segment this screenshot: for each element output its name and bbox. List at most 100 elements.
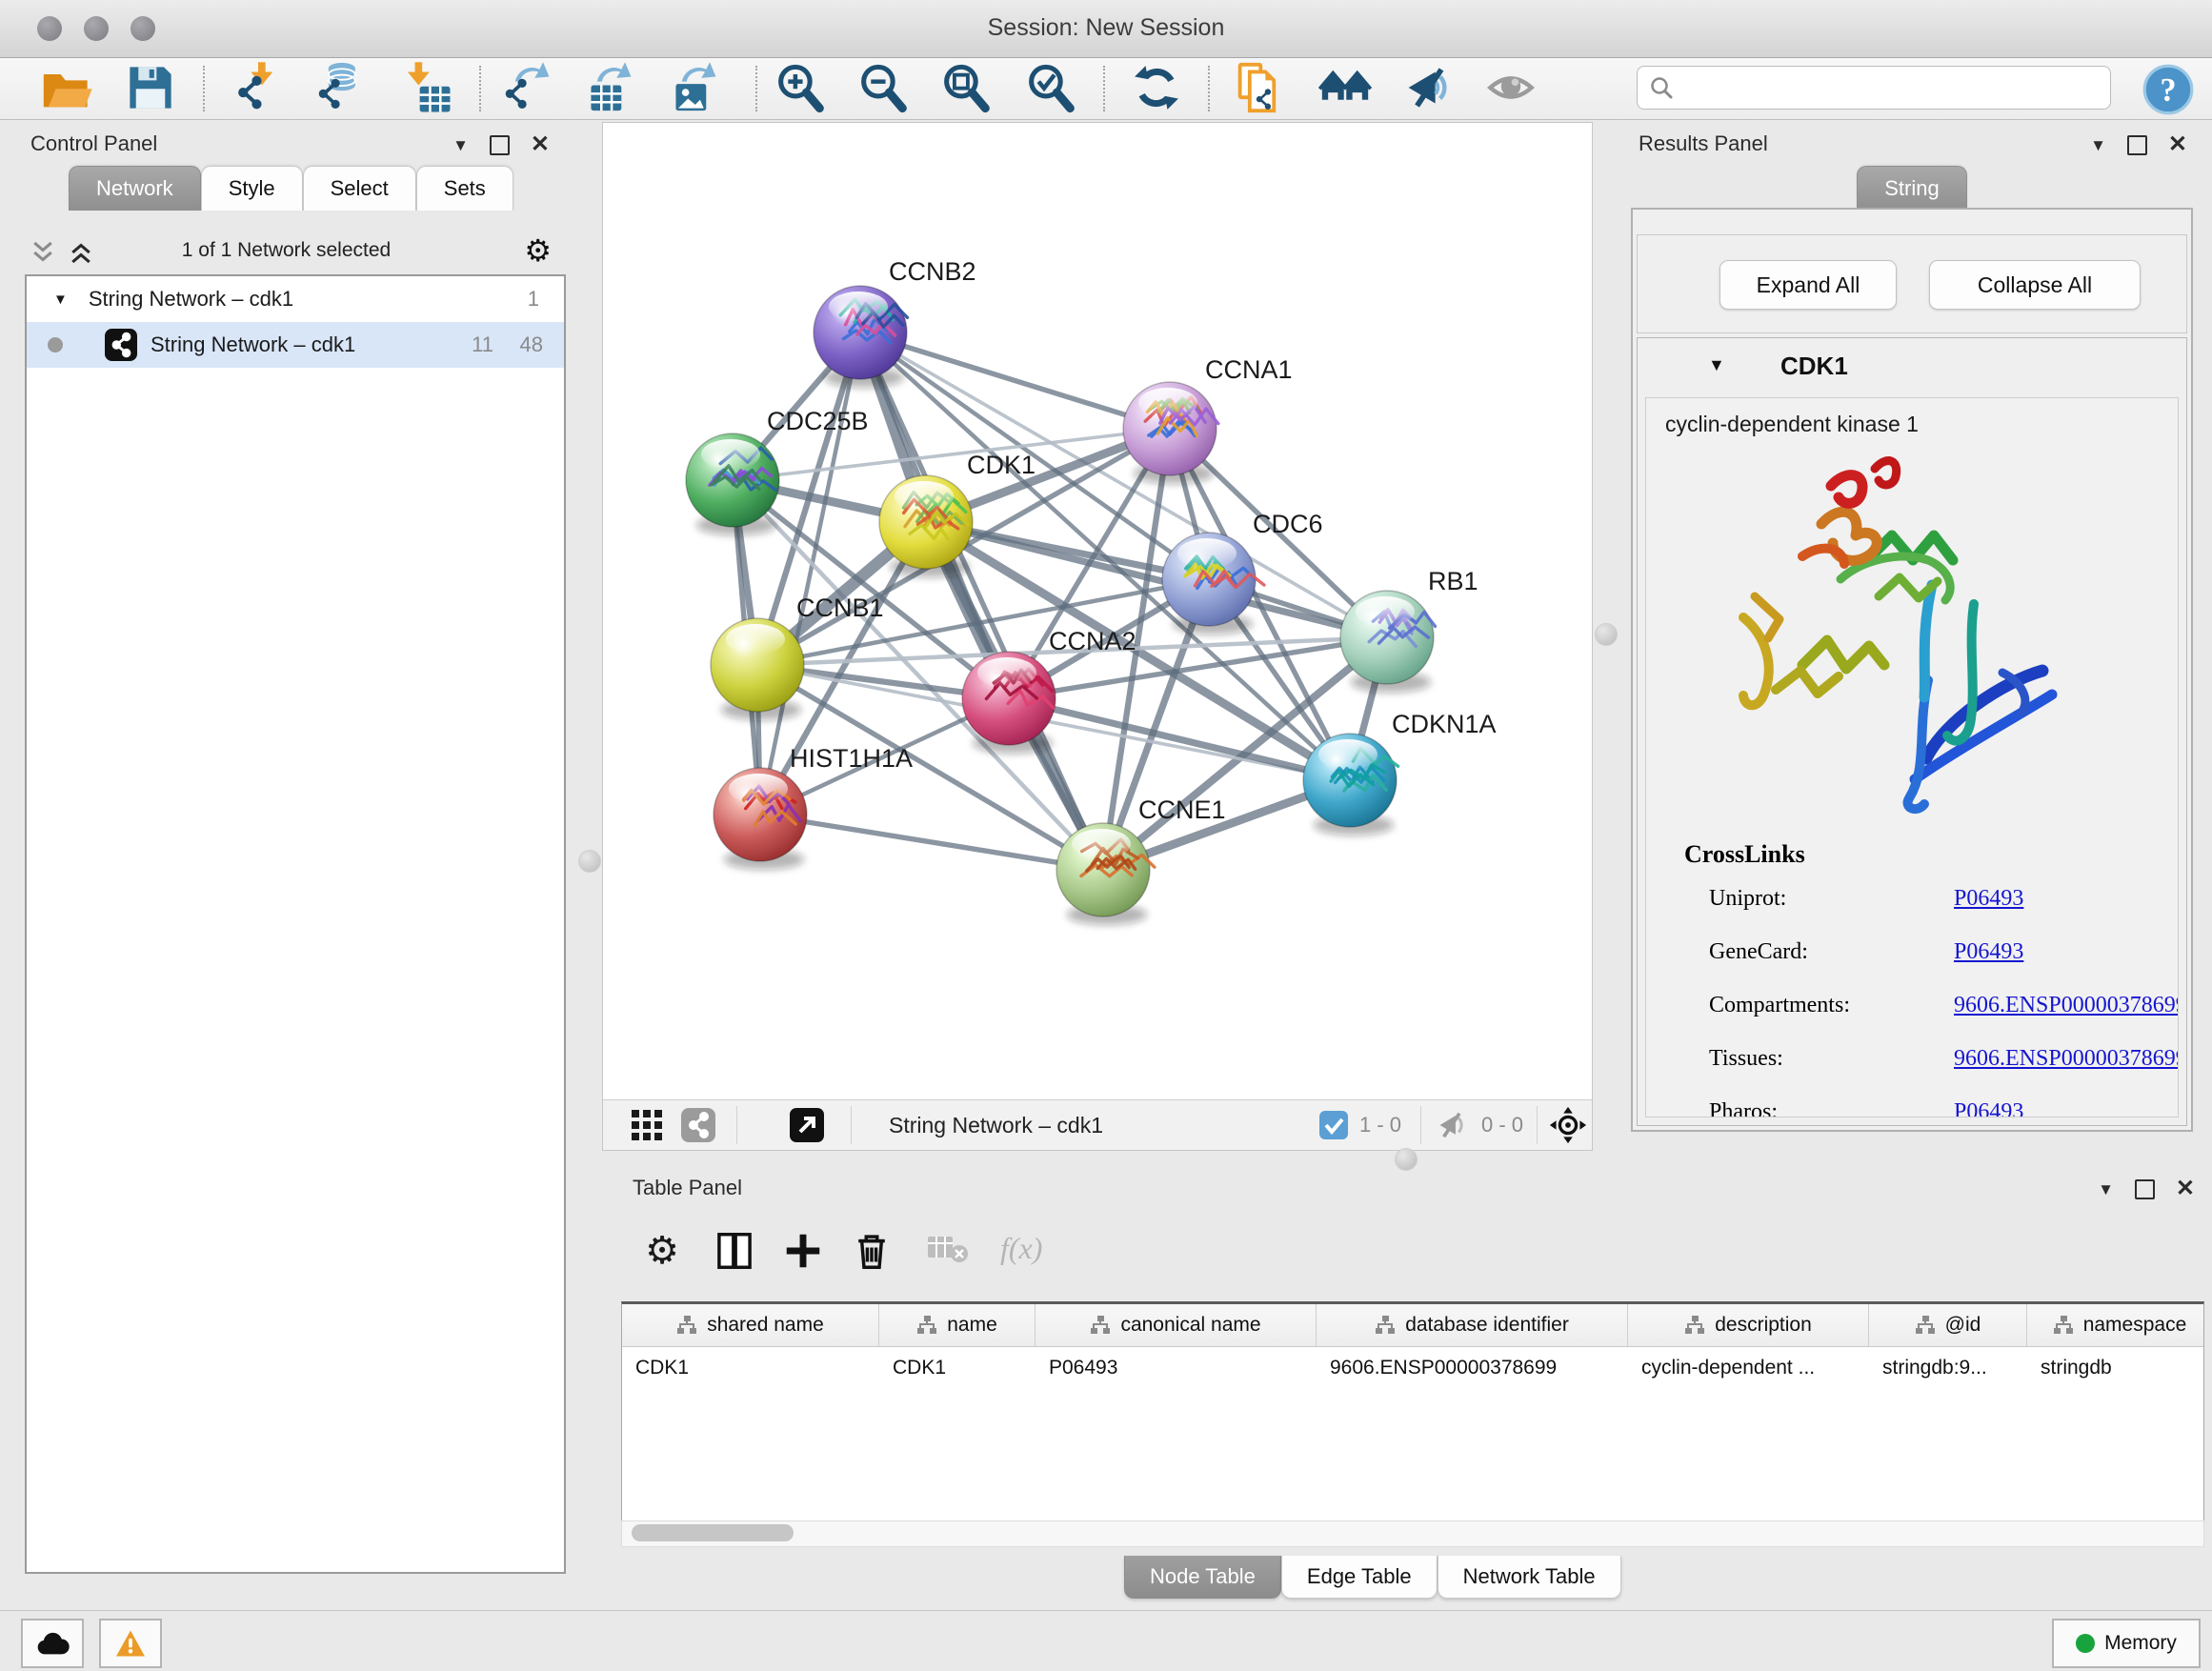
delete-column-icon[interactable] <box>850 1229 894 1273</box>
hidden-eye-icon[interactable] <box>1434 1108 1468 1142</box>
open-in-window-icon[interactable] <box>790 1108 824 1142</box>
open-folder-icon[interactable] <box>40 61 93 114</box>
hierarchy-icon <box>676 1315 697 1336</box>
import-network-icon[interactable] <box>231 61 285 114</box>
table-h-scrollbar[interactable] <box>621 1520 2204 1547</box>
node-CDC25B[interactable] <box>686 433 779 535</box>
table-cell[interactable]: P06493 <box>1036 1347 1317 1389</box>
tab-style[interactable]: Style <box>201 166 303 211</box>
table-settings-gear-icon[interactable]: ⚙ <box>640 1229 684 1273</box>
column-header-namespace[interactable]: namespace <box>2027 1304 2204 1346</box>
zoom-fit-icon[interactable] <box>939 61 993 114</box>
column-header-description[interactable]: description <box>1628 1304 1869 1346</box>
panel-float-icon[interactable] <box>490 135 510 155</box>
show-columns-icon[interactable] <box>713 1229 756 1273</box>
fit-selected-icon[interactable] <box>1548 1105 1588 1145</box>
column-header-shared-name[interactable]: shared name <box>622 1304 879 1346</box>
birds-eye-view-icon[interactable] <box>630 1108 664 1142</box>
crosslink-link[interactable]: P06493 <box>1954 939 2023 965</box>
import-network-db-icon[interactable] <box>312 61 365 114</box>
column-header-canonical-name[interactable]: canonical name <box>1036 1304 1317 1346</box>
collapse-all-button[interactable]: Collapse All <box>1929 260 2141 310</box>
zoom-out-icon[interactable] <box>856 61 910 114</box>
table-cell[interactable]: CDK1 <box>622 1347 879 1389</box>
table-cell[interactable]: CDK1 <box>879 1347 1036 1389</box>
homes-icon[interactable] <box>1318 61 1372 114</box>
panel-menu-icon[interactable]: ▼ <box>2098 1181 2114 1198</box>
eye-crossed-icon[interactable] <box>1401 61 1455 114</box>
search-input[interactable] <box>1683 70 2097 103</box>
gear-icon[interactable]: ⚙ <box>524 232 552 269</box>
zoom-in-icon[interactable] <box>774 61 827 114</box>
node-RB1[interactable] <box>1340 591 1436 693</box>
crosslink-link[interactable]: 9606.ENSP00000378699 <box>1954 993 2179 1018</box>
column-header-name[interactable]: name <box>879 1304 1036 1346</box>
toolbar-separator <box>203 66 205 111</box>
share-document-icon[interactable] <box>1233 61 1286 114</box>
panel-float-icon[interactable] <box>2135 1179 2155 1199</box>
tab-network-table[interactable]: Network Table <box>1438 1556 1621 1599</box>
export-image-icon[interactable] <box>665 61 718 114</box>
save-icon[interactable] <box>124 61 177 114</box>
help-button[interactable]: ? <box>2142 63 2195 116</box>
tab-string[interactable]: String <box>1857 166 1966 211</box>
node-HIST1H1A[interactable] <box>714 768 807 870</box>
network-tree-row[interactable]: ▼String Network – cdk11 <box>27 276 564 322</box>
node-CCNA1[interactable] <box>1123 382 1218 484</box>
import-table-icon[interactable] <box>399 61 452 114</box>
column-header-database-identifier[interactable]: database identifier <box>1317 1304 1628 1346</box>
column-label: @id <box>1945 1314 1981 1337</box>
column-header--id[interactable]: @id <box>1869 1304 2027 1346</box>
tab-edge-table[interactable]: Edge Table <box>1281 1556 1438 1599</box>
panel-close-icon[interactable]: ✕ <box>2176 1178 2195 1200</box>
table-cell[interactable]: stringdb:9... <box>1869 1347 2027 1389</box>
node-CDKN1A[interactable] <box>1303 734 1398 836</box>
cdk1-section-header[interactable]: ▼ CDK1 <box>1638 338 2186 397</box>
crosslink-link[interactable]: 9606.ENSP00000378699 <box>1954 1046 2179 1072</box>
zoom-selected-icon[interactable] <box>1024 61 1077 114</box>
node-table[interactable]: shared namenamecanonical namedatabase id… <box>621 1301 2204 1522</box>
export-table-icon[interactable] <box>580 61 633 114</box>
selected-checkbox-icon[interactable] <box>1319 1111 1348 1139</box>
crosslink-link[interactable]: P06493 <box>1954 1099 2023 1117</box>
panel-close-icon[interactable]: ✕ <box>2168 133 2187 156</box>
memory-button[interactable]: Memory <box>2052 1619 2201 1668</box>
edge-CCNB2-HIST1H1A[interactable] <box>760 332 860 815</box>
table-cell[interactable]: stringdb <box>2027 1347 2204 1389</box>
tree-expander-icon[interactable]: ▼ <box>53 292 68 308</box>
panel-menu-icon[interactable]: ▼ <box>2090 137 2106 153</box>
crosslink-link[interactable]: P06493 <box>1954 886 2023 912</box>
panel-close-icon[interactable]: ✕ <box>531 133 550 156</box>
tab-sets[interactable]: Sets <box>416 166 513 211</box>
warnings-button[interactable] <box>99 1619 162 1668</box>
bottom-splitter-grip[interactable] <box>1395 1148 1418 1171</box>
node-CDC6[interactable] <box>1162 533 1264 634</box>
expand-all-button[interactable]: Expand All <box>1719 260 1897 310</box>
hierarchy-icon <box>1915 1315 1936 1336</box>
eye-icon[interactable] <box>1484 61 1538 114</box>
export-network-icon[interactable] <box>498 61 552 114</box>
tab-node-table[interactable]: Node Table <box>1124 1556 1281 1599</box>
cloud-button[interactable] <box>21 1619 84 1668</box>
tab-network[interactable]: Network <box>69 166 201 211</box>
edge-CCNB2-CCNA1[interactable] <box>860 332 1170 429</box>
network-tree-row[interactable]: String Network – cdk11148 <box>27 322 564 368</box>
node-CDK1[interactable] <box>879 475 973 577</box>
table-cell[interactable]: cyclin-dependent ... <box>1628 1347 1869 1389</box>
panel-menu-icon[interactable]: ▼ <box>452 137 469 153</box>
table-cell[interactable]: 9606.ENSP00000378699 <box>1317 1347 1628 1389</box>
table-row[interactable]: CDK1CDK1P064939606.ENSP00000378699cyclin… <box>622 1347 2203 1389</box>
tab-select[interactable]: Select <box>303 166 416 211</box>
network-canvas[interactable]: CCNB2CCNA1CDC25BCDK1CDC6RB1CCNB1CCNA2CDK… <box>603 123 1592 1099</box>
panel-float-icon[interactable] <box>2127 135 2147 155</box>
title-bar: Session: New Session <box>0 0 2212 58</box>
network-share-icon[interactable] <box>681 1108 715 1142</box>
right-splitter-grip[interactable] <box>1595 623 1618 646</box>
left-splitter-grip[interactable] <box>578 850 601 873</box>
node-CCNB1[interactable] <box>711 618 804 720</box>
scrollbar-thumb[interactable] <box>632 1524 794 1541</box>
section-collapse-icon[interactable]: ▼ <box>1708 355 1725 375</box>
node-label-CCNA2: CCNA2 <box>1049 627 1136 655</box>
add-column-icon[interactable] <box>781 1229 825 1273</box>
refresh-icon[interactable] <box>1130 61 1183 114</box>
